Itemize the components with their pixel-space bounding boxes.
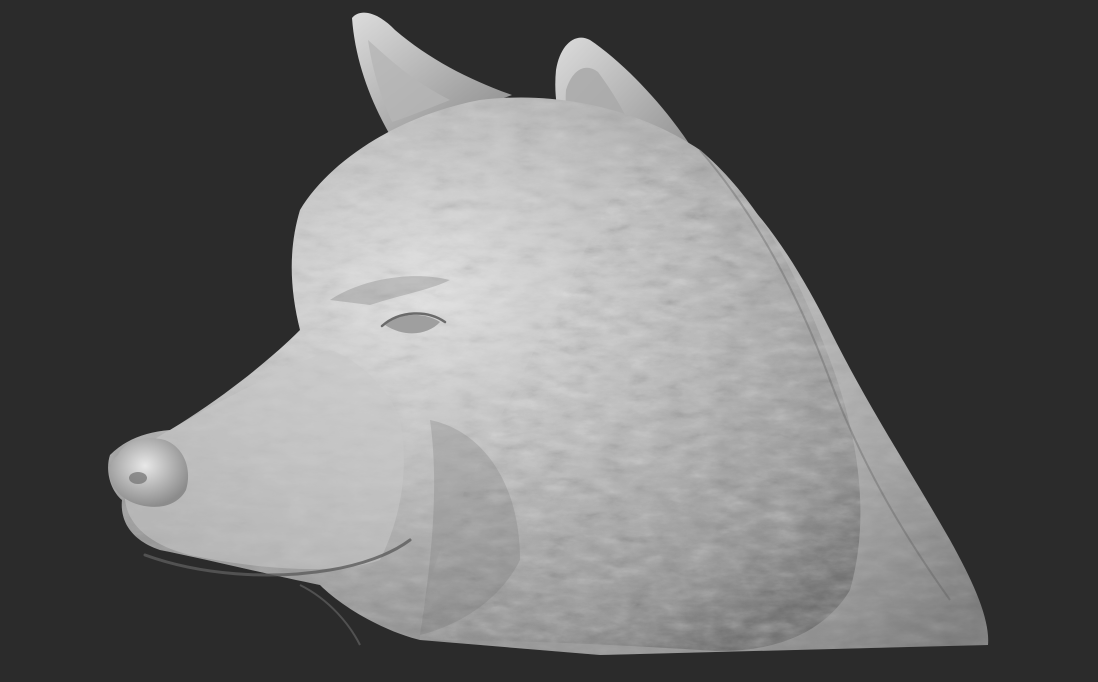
viewport-canvas[interactable] — [0, 0, 1098, 682]
sculpt-render — [108, 12, 989, 655]
nostril — [129, 472, 147, 484]
